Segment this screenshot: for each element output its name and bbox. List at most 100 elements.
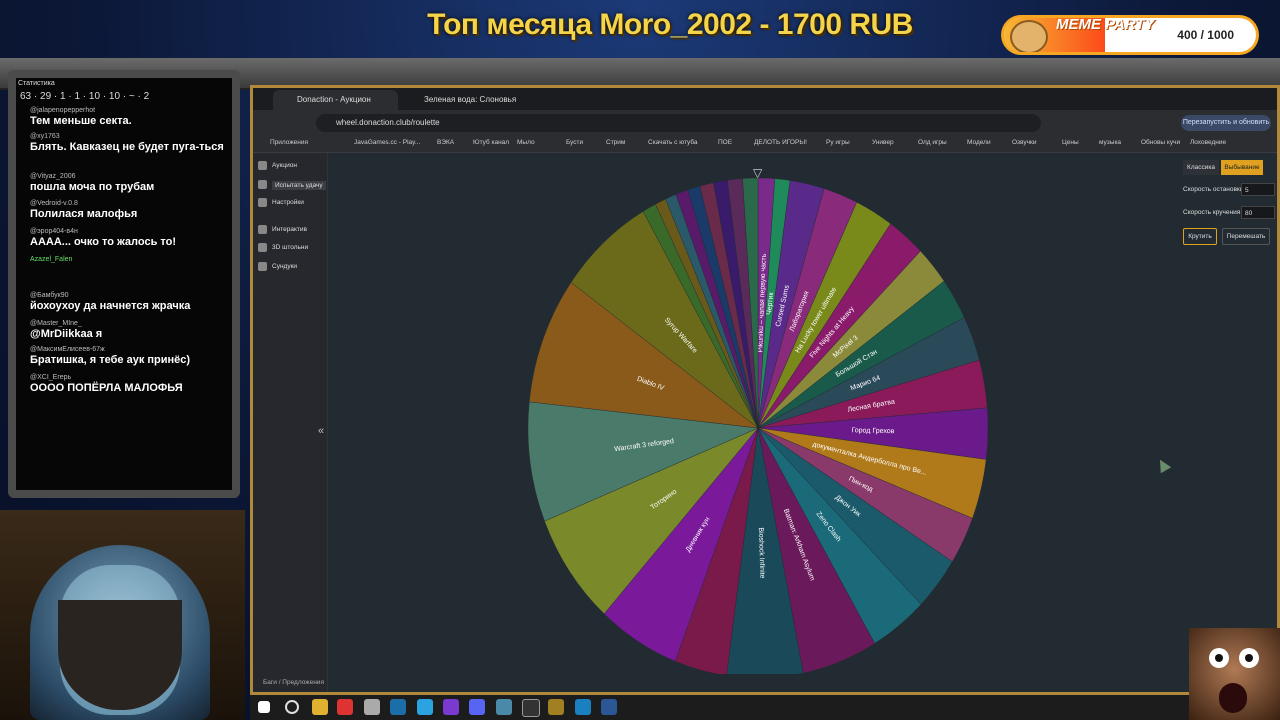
bookmark-item[interactable]: ДЕЛОТЬ ИГОРЫ! xyxy=(754,139,807,146)
dice-icon xyxy=(258,180,267,189)
steam-icon[interactable] xyxy=(390,699,406,715)
chat-message: @Бамбук90 йохоухоу да начнется жрачка xyxy=(30,292,225,312)
sidebar-item[interactable]: Интерактив xyxy=(272,226,307,233)
chat-text: Блять. Кавказец не будет пуга-ться xyxy=(30,141,224,153)
chat-message: @Master_MIne_ @MrDiikkaa я xyxy=(30,320,225,340)
url-input[interactable]: wheel.donaction.club/roulette xyxy=(316,114,1041,132)
gavel-icon xyxy=(258,161,267,170)
sidebar-item[interactable]: Испытать удачу xyxy=(272,181,326,190)
file-explorer-icon[interactable] xyxy=(312,699,328,715)
discord-icon[interactable] xyxy=(469,699,485,715)
bookmark-item[interactable]: ПОЕ xyxy=(718,139,732,146)
wheel-slice-label: Город Грехов xyxy=(851,427,894,435)
mode-elimination-tab[interactable]: Выбывание xyxy=(1221,160,1263,175)
bookmark-item[interactable]: Модели xyxy=(967,139,991,146)
bookmark-item[interactable]: Стрим xyxy=(606,139,625,146)
chat-username: @Бамбук90 xyxy=(30,292,69,299)
chat-text: Полилася малофья xyxy=(30,208,138,220)
chat-username: @эрор404-в4н xyxy=(30,228,78,235)
telegram-icon[interactable] xyxy=(417,699,433,715)
feedback-link[interactable]: Баги / Предложения xyxy=(263,679,324,686)
bookmark-item[interactable]: Ру игры xyxy=(826,139,850,146)
word-icon[interactable] xyxy=(601,699,617,715)
bookmark-item[interactable]: JavaGames.cc - Play... xyxy=(354,139,420,146)
bookmark-item[interactable]: Приложения xyxy=(270,139,308,146)
stream-title: Топ месяца Moro_2002 - 1700 RUB xyxy=(427,8,913,41)
webcam-mouth xyxy=(1219,683,1247,713)
tab-youtube[interactable]: Зеленая вода: Слоновья м... xyxy=(400,90,525,124)
obs-icon[interactable] xyxy=(522,699,540,717)
chrome-icon[interactable] xyxy=(337,699,353,715)
interactive-icon xyxy=(258,225,267,234)
chat-message: @эрор404-в4н АААА... очко то жалось то! xyxy=(30,228,225,248)
chat-text: Братишка, я тебе аук принёс) xyxy=(30,354,191,366)
chat-message: @jalapenopepperhot Тем меньше секта. xyxy=(30,107,225,127)
chat-username: @jalapenopepperhot xyxy=(30,107,96,114)
sidebar-item[interactable]: Сундуки xyxy=(272,263,297,270)
chat-message: @Vityaz_2006 пошла моча по трубам xyxy=(30,173,225,193)
chat-message: @Vedroid-v.0.8 Полилася малофья xyxy=(30,200,225,220)
chat-text: йохоухоу да начнется жрачка xyxy=(30,300,191,312)
chat-username: @Master_MIne_ xyxy=(30,320,82,327)
sidebar-item[interactable]: Аукцион xyxy=(272,162,297,169)
app-icon-1[interactable] xyxy=(364,699,380,715)
bookmark-item[interactable]: Лоховедние xyxy=(1190,139,1226,146)
chest-icon xyxy=(258,262,267,271)
meme-party-widget: MEME PARTY 400 / 1000 xyxy=(1004,18,1256,52)
doge-icon xyxy=(1010,20,1048,52)
meme-count: 400 / 1000 xyxy=(1177,28,1234,42)
bookmark-item[interactable]: Ютуб канал xyxy=(473,139,509,146)
mode-classic-tab[interactable]: Классика xyxy=(1183,160,1219,175)
spin-button[interactable]: Крутить xyxy=(1183,228,1217,245)
bookmark-item[interactable]: ВЭКА xyxy=(437,139,454,146)
bookmark-item[interactable]: Озвучки xyxy=(1012,139,1036,146)
bookmark-item[interactable]: Олд игры xyxy=(918,139,947,146)
bookmark-item[interactable]: Цены xyxy=(1062,139,1079,146)
chat-stats-label: Статистика xyxy=(18,80,55,87)
app-icon-3[interactable] xyxy=(496,699,512,715)
sidebar-item[interactable]: 3D штольни xyxy=(272,244,308,251)
app-icon-5[interactable] xyxy=(575,699,591,715)
app-icon-2[interactable] xyxy=(443,699,459,715)
chat-text: ОООО ПОПЁРЛА МАЛОФЬЯ xyxy=(30,382,183,394)
stop-speed-label: Скорость остановки xyxy=(1183,186,1244,193)
webcam-face xyxy=(1189,628,1280,720)
spin-speed-input[interactable]: 80 xyxy=(1241,206,1275,219)
chat-text: пошла моча по трубам xyxy=(30,181,155,193)
chat-text: Тем меньше секта. xyxy=(30,115,132,127)
roulette-wheel[interactable]: Pikuniku – чапая первую частьЧертик Curse… xyxy=(528,174,988,674)
collapse-icon[interactable]: « xyxy=(318,425,324,437)
tab-donaction[interactable]: Donaction - Аукцион xyxy=(273,90,398,110)
chat-message: @xy1763 Блять. Кавказец не будет пуга-тьс… xyxy=(30,133,225,153)
bookmark-item[interactable]: музыка xyxy=(1099,139,1121,146)
sidebar-item[interactable]: Настройки xyxy=(272,199,304,206)
app-icon-4[interactable] xyxy=(548,699,564,715)
spin-speed-label: Скорость кручения xyxy=(1183,209,1241,216)
chat-message: @МаксимЕлисеев-67ж Братишка, я тебе аук п… xyxy=(30,346,225,366)
webcam-eye-left xyxy=(1209,648,1229,668)
chat-username: @Vityaz_2006 xyxy=(30,173,76,180)
windows-start-icon[interactable] xyxy=(258,701,270,713)
chat-username: @МаксимЕлисеев-67ж xyxy=(30,346,105,353)
bookmark-item[interactable]: Универ xyxy=(872,139,894,146)
chat-text: @MrDiikkaa я xyxy=(30,328,103,340)
search-icon[interactable] xyxy=(285,700,299,714)
3d-icon xyxy=(258,243,267,252)
gear-icon xyxy=(258,198,267,207)
bookmark-item[interactable]: Бусти xyxy=(566,139,583,146)
relaunch-button[interactable]: Перезапустить и обновить xyxy=(1181,115,1271,131)
bookmark-item[interactable]: Скачать с ютуба xyxy=(648,139,698,146)
meme-label: MEME PARTY xyxy=(1056,18,1155,33)
chat-stats-values: 63 · 29 · 1 · 1 · 10 · 10 · ~ · 2 xyxy=(20,91,150,102)
chat-text: АААА... очко то жалось то! xyxy=(30,236,177,248)
stop-speed-input[interactable]: 5 xyxy=(1241,183,1275,196)
shuffle-button[interactable]: Перемешать xyxy=(1222,228,1270,245)
chat-message: @XCI_Егерь ОООО ПОПЁРЛА МАЛОФЬЯ xyxy=(30,374,225,394)
chat-username: @Vedroid-v.0.8 xyxy=(30,200,78,207)
bookmark-item[interactable]: Обновы кучи xyxy=(1141,139,1180,146)
chat-message: Azazel_Falen xyxy=(30,256,225,264)
chat-username: @XCI_Егерь xyxy=(30,374,72,381)
chat-username: @xy1763 xyxy=(30,133,60,140)
bookmark-item[interactable]: Мыло xyxy=(517,139,535,146)
chat-username: Azazel_Falen xyxy=(30,256,73,263)
